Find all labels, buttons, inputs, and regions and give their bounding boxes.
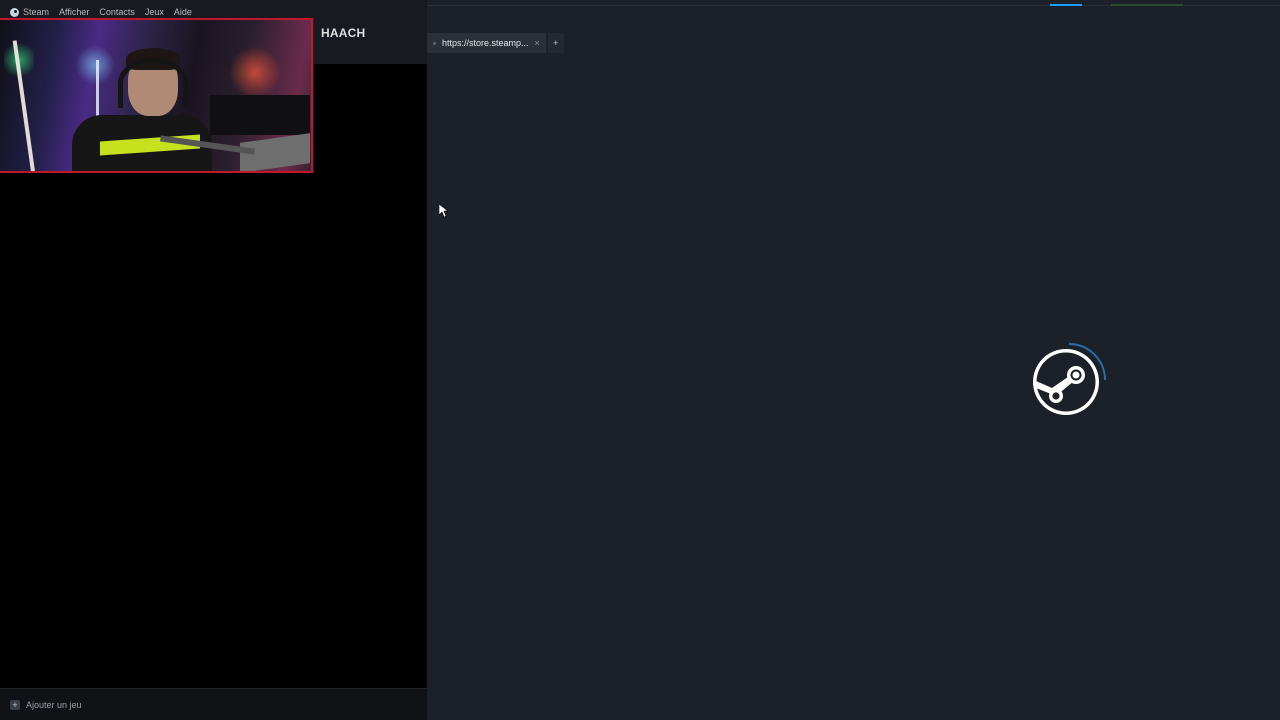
load-progress-secondary: [1111, 4, 1183, 6]
profile-name[interactable]: HAACH: [321, 26, 365, 40]
webcam-overlay: [0, 18, 313, 173]
plus-icon: +: [10, 699, 20, 710]
browser-tab-bar: https://store.steamp... × +: [427, 33, 564, 53]
tab-grip-icon: [433, 41, 436, 45]
load-progress-accent: [1050, 4, 1082, 6]
add-game-label: Ajouter un jeu: [26, 699, 82, 710]
add-game-button[interactable]: + Ajouter un jeu: [0, 688, 427, 720]
webcam-light-blue: [75, 45, 115, 85]
close-icon[interactable]: ×: [535, 38, 540, 48]
new-tab-button[interactable]: +: [547, 33, 564, 53]
loading-spinner-icon: [1033, 343, 1106, 415]
webcam-light-red: [230, 45, 280, 100]
webcam-led-bar-2: [96, 60, 99, 120]
headset-icon: [118, 58, 188, 108]
mouse-cursor-icon: [439, 204, 449, 218]
tab-url: https://store.steamp...: [442, 38, 529, 48]
browser-content: https://store.steamp... × +: [427, 0, 1280, 720]
browser-tab[interactable]: https://store.steamp... ×: [427, 33, 546, 53]
webcam-monitor: [210, 95, 310, 135]
steam-client-window: Steam Afficher Contacts Jeux Aide HAACH …: [0, 0, 1280, 720]
steam-logo-icon: [10, 7, 19, 17]
